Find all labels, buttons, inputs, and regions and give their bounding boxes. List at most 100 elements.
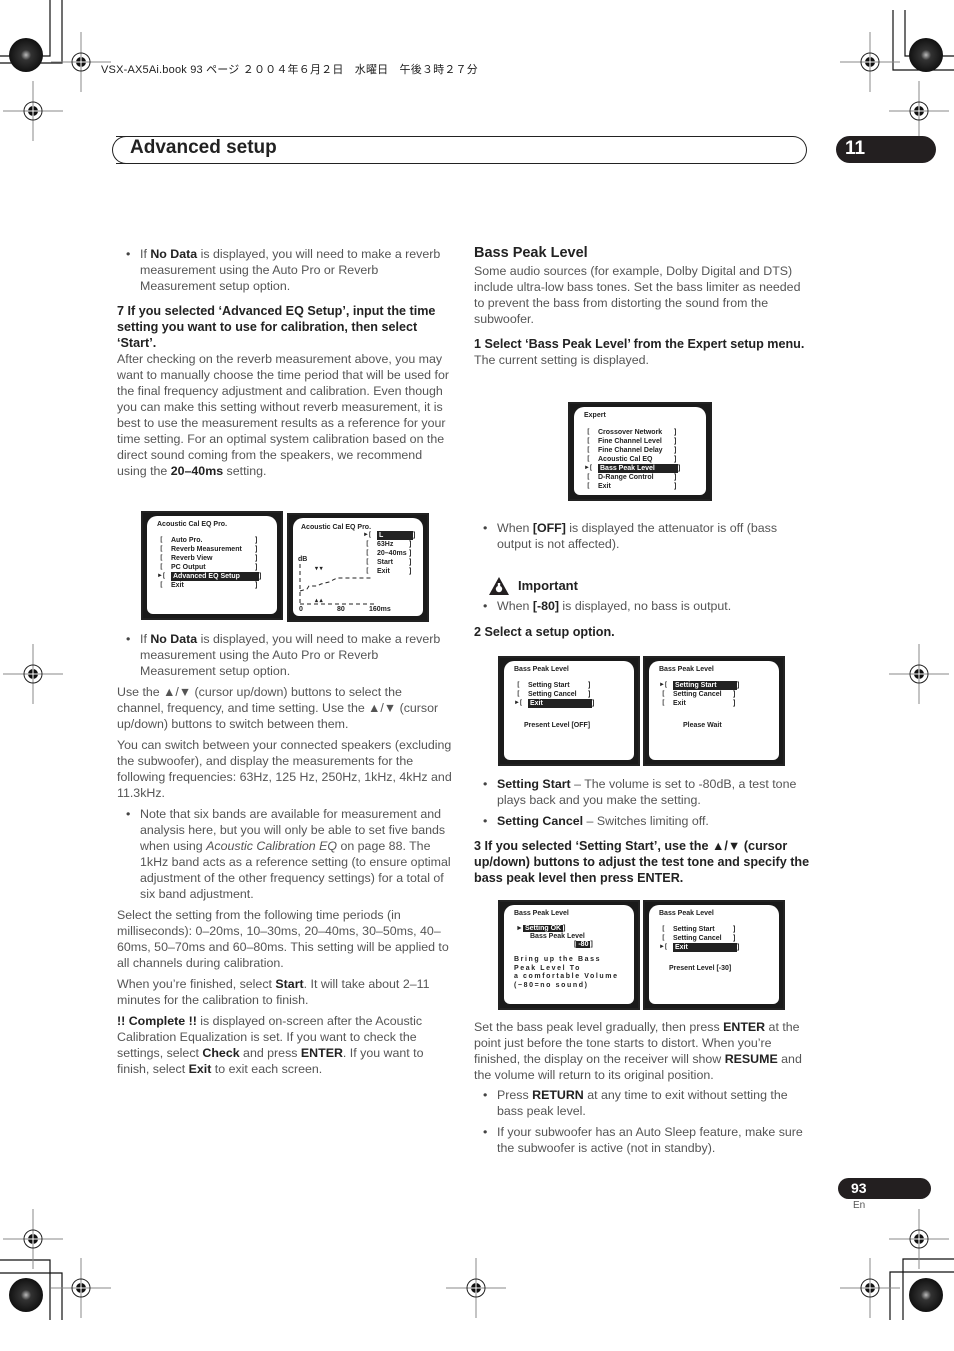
osd-reverb-graph: ▾ ▾ ▴ ▴ <box>299 564 374 605</box>
step-2-heading: 2 Select a setup option. <box>474 625 615 639</box>
section-heading: Bass Peak Level <box>474 245 588 261</box>
registration-target-icon <box>445 1257 507 1319</box>
paragraph-start: When you’re finished, select Start. It w… <box>117 977 430 1007</box>
osd-status: Please Wait <box>683 722 722 729</box>
svg-text:▴ ▴: ▴ ▴ <box>314 598 324 604</box>
osd-bpl-adjust: Bass Peak Level ► Setting OK] Bass Peak L… <box>498 900 640 1010</box>
osd-menu-item: [Setting Start] <box>514 682 591 689</box>
osd-menu-item: [Setting Cancel] <box>659 935 736 942</box>
osd-menu-item: [Setting Start] <box>659 926 736 933</box>
paragraph-cursor: Use the ▲/▼ (cursor up/down) buttons to … <box>117 685 439 731</box>
osd-level-value: [-80] <box>574 941 593 948</box>
svg-text:▾ ▾: ▾ ▾ <box>314 566 324 572</box>
step-1-body: The current setting is displayed. <box>474 353 649 367</box>
osd-title: Bass Peak Level <box>514 910 569 917</box>
bullet-bands: Note that six bands are available for me… <box>117 806 452 902</box>
paragraph-enter: Set the bass peak level gradually, then … <box>474 1020 802 1082</box>
osd-x-tick: 0 <box>299 606 303 613</box>
important-label: Important <box>518 578 578 593</box>
osd-menu-item: [Fine Channel Delay] <box>584 447 677 454</box>
osd-menu-item: [Exit] <box>659 700 736 707</box>
bullet-setting-start: Setting Start – The volume is set to -80… <box>474 776 814 808</box>
osd-y-label: dB <box>298 556 308 563</box>
osd-menu-item: ►[Setting Start] <box>659 681 740 690</box>
osd-instruction-line: a comfortable Volume <box>514 973 619 980</box>
osd-title: Bass Peak Level <box>659 910 714 917</box>
osd-menu-item: ►[Advanced EQ Setup] <box>157 572 262 581</box>
bullet-auto-sleep: If your subwoofer has an Auto Sleep feat… <box>474 1124 814 1156</box>
step-7-body: After checking on the reverb measurement… <box>117 352 449 478</box>
registration-target-icon <box>2 643 64 705</box>
osd-acoustic-setup: Acoustic Cal EQ Pro. ►[L] [63Hz] [20–40m… <box>287 513 429 622</box>
osd-acoustic-menu: Acoustic Cal EQ Pro. [Auto Pro.] [Reverb… <box>141 511 283 620</box>
osd-instruction-line: (−80=no sound) <box>514 981 589 989</box>
warning-hand-icon <box>489 577 509 595</box>
important-callout: Important <box>474 576 809 596</box>
page-number-badge: 93 <box>838 1178 931 1199</box>
osd-menu-item: [Fine Channel Level] <box>584 438 677 445</box>
osd-menu-item: [Reverb View] <box>157 555 258 562</box>
osd-x-tick: 80 <box>337 606 345 613</box>
osd-menu-item: [PC Output] <box>157 564 258 571</box>
osd-menu-item: ►[Bass Peak Level] <box>584 464 681 473</box>
osd-menu-item: [D-Range Control] <box>584 474 677 481</box>
osd-menu-item: [Auto Pro.] <box>157 537 258 544</box>
osd-menu-item: [63Hz] <box>363 541 412 548</box>
paragraph-speakers: You can switch between your connected sp… <box>117 738 452 800</box>
osd-menu-item: ►[Exit] <box>514 699 595 708</box>
registration-dial-icon <box>909 38 943 72</box>
osd-menu-item: [20–40ms] <box>363 550 412 557</box>
right-column-options: Setting Start – The volume is set to -80… <box>474 776 814 886</box>
osd-menu-item: [Setting Cancel] <box>659 691 736 698</box>
osd-title: Bass Peak Level <box>514 666 569 673</box>
registration-target-icon <box>2 80 64 142</box>
osd-menu-item: [Acoustic Cal EQ] <box>584 456 677 463</box>
bullet-minus-80: When [-80] is displayed, no bass is outp… <box>474 598 809 614</box>
osd-menu-item: [Crossover Network] <box>584 429 677 436</box>
chapter-number: 11 <box>845 138 866 159</box>
osd-status: Present Level [-30] <box>669 965 732 972</box>
registration-target-icon <box>839 31 901 93</box>
osd-menu-list: [Setting Start] [Setting Cancel] ►[Exit] <box>659 925 739 952</box>
left-column-top: If No Data is displayed, you will need t… <box>117 246 452 479</box>
step-1-heading: 1 Select ‘Bass Peak Level’ from the Expe… <box>474 337 805 351</box>
right-column-top: Bass Peak Level Some audio sources (for … <box>474 245 809 368</box>
bullet-setting-cancel: Setting Cancel – Switches limiting off. <box>474 813 814 829</box>
registration-target-icon <box>888 80 950 142</box>
osd-bpl-wait: Bass Peak Level ►[Setting Start] [Settin… <box>643 656 785 766</box>
osd-expert-menu: Expert [Crossover Network] [Fine Channel… <box>568 402 712 501</box>
page-language: En <box>853 1200 866 1211</box>
osd-menu-list: [Setting Start] [Setting Cancel] ►[Exit] <box>514 681 594 708</box>
page-number: 93 <box>851 1180 867 1196</box>
registration-target-icon <box>888 643 950 705</box>
osd-x-tick: 160ms <box>369 606 391 613</box>
osd-instruction-line: Peak Level To <box>514 964 581 972</box>
osd-menu-list: [Auto Pro.] [Reverb Measurement] [Reverb… <box>157 536 261 590</box>
left-column-bottom: If No Data is displayed, you will need t… <box>117 631 452 1077</box>
osd-menu-item: [Exit] <box>584 483 677 490</box>
osd-bpl-exit: Bass Peak Level [Setting Start] [Setting… <box>498 656 640 766</box>
registration-dial-icon <box>9 1278 43 1312</box>
bullet-off: When [OFF] is displayed the attenuator i… <box>474 520 809 552</box>
book-info-line: VSX-AX5Ai.book 93 ページ ２００４年６月２日 水曜日 午後３時… <box>101 64 478 76</box>
osd-menu-item: ►[Exit] <box>659 943 740 952</box>
osd-title: Expert <box>584 412 606 419</box>
registration-dial-icon <box>909 1278 943 1312</box>
osd-status: Present Level [OFF] <box>524 722 591 729</box>
registration-target-icon <box>839 1257 901 1319</box>
osd-instruction-line: Bring up the Bass <box>514 956 602 963</box>
paragraph-complete: !! Complete !! is displayed on-screen af… <box>117 1014 424 1076</box>
osd-menu-item: [Exit] <box>157 582 258 589</box>
osd-title: Acoustic Cal EQ Pro. <box>157 521 228 528</box>
bullet-no-data: If No Data is displayed, you will need t… <box>117 631 452 679</box>
osd-instruction: Bring up the Bass Peak Level To a comforta… <box>514 956 619 990</box>
bullet-return: Press RETURN at any time to exit without… <box>474 1087 814 1119</box>
osd-menu-item: [Reverb Measurement] <box>157 546 258 553</box>
chapter-badge: 11 <box>836 136 936 163</box>
osd-menu-item: [Setting Cancel] <box>514 691 591 698</box>
step-7-heading: 7 If you selected ‘Advanced EQ Setup’, i… <box>117 304 436 350</box>
right-column-bottom: Set the bass peak level gradually, then … <box>474 1019 814 1156</box>
paragraph-time-periods: Select the setting from the following ti… <box>117 908 449 970</box>
intro-paragraph: Some audio sources (for example, Dolby D… <box>474 264 801 326</box>
bullet-no-data: If No Data is displayed, you will need t… <box>117 246 452 294</box>
